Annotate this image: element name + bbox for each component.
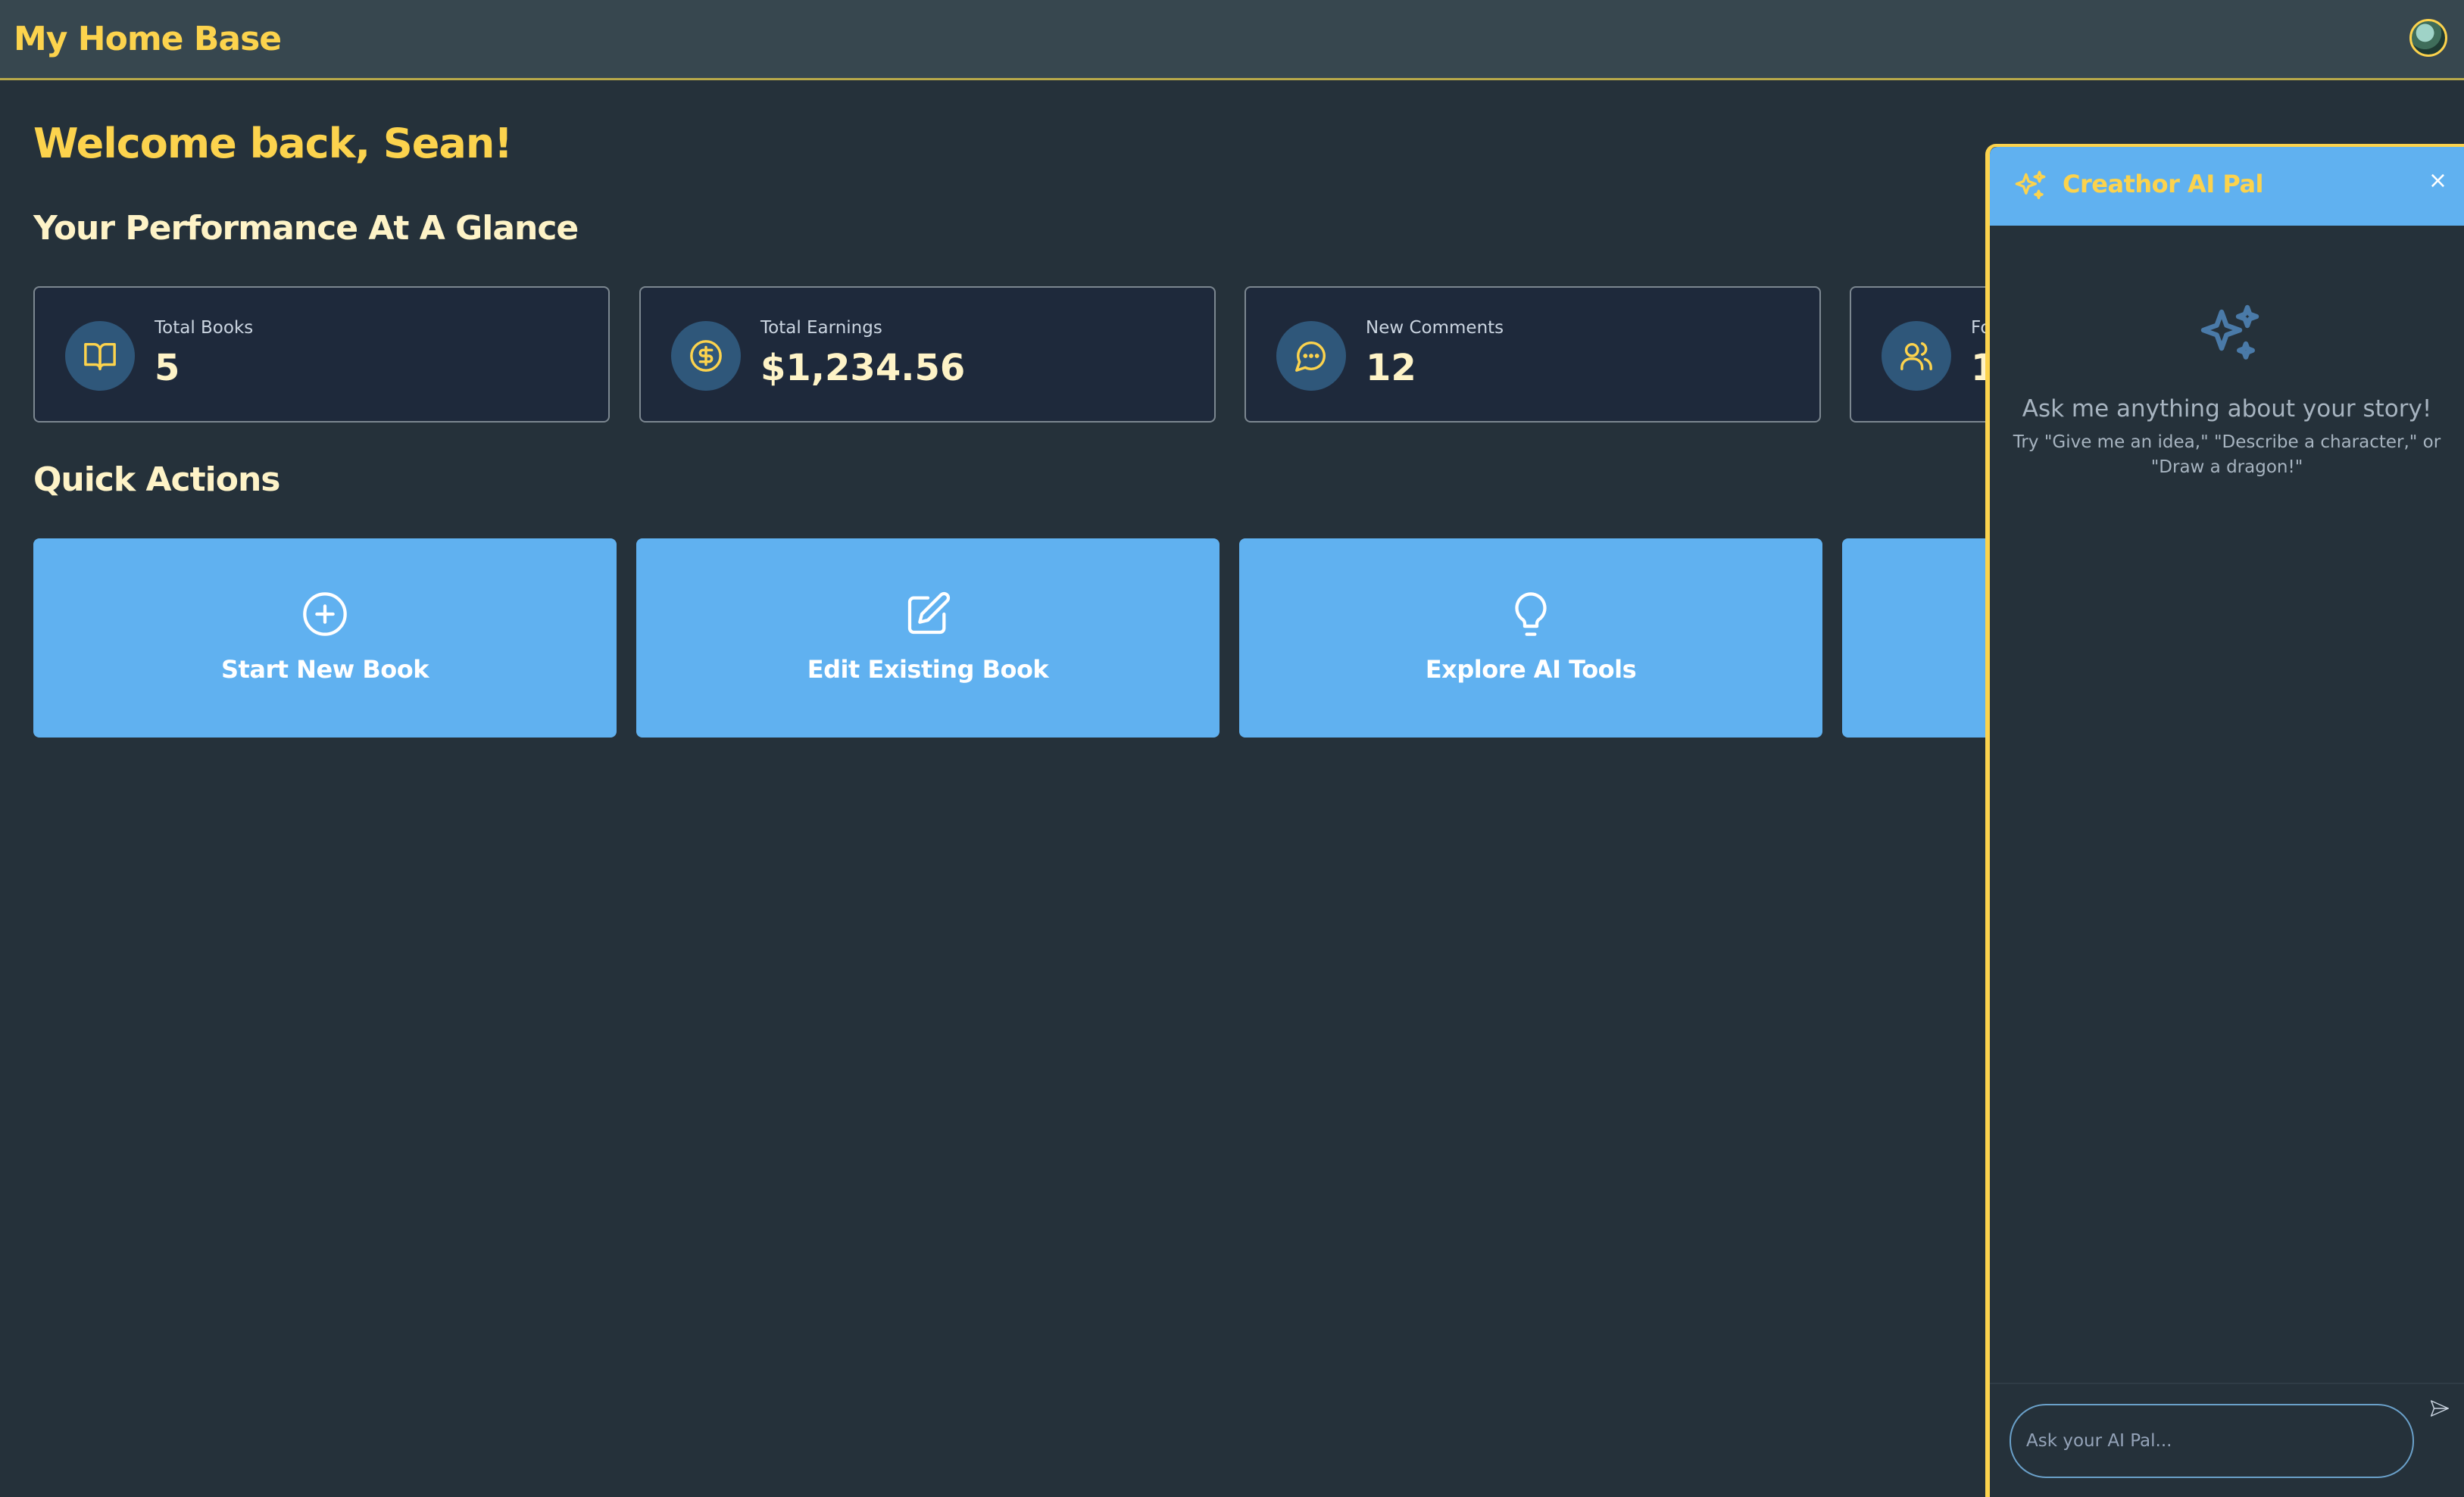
stat-value: $1,234.56 (760, 347, 966, 389)
user-avatar[interactable] (2409, 19, 2447, 57)
edit-icon (907, 591, 951, 635)
stat-label: New Comments (1366, 318, 1504, 338)
message-circle-icon (1276, 321, 1346, 391)
plus-circle-icon (303, 592, 347, 636)
stat-card-new-comments: New Comments 12 (1244, 286, 1821, 423)
close-icon[interactable]: × (2428, 170, 2447, 192)
app-title[interactable]: My Home Base (14, 20, 282, 58)
users-icon (1882, 321, 1951, 391)
quick-action-card-partial[interactable] (1842, 538, 1994, 738)
dollar-circle-icon (671, 321, 741, 391)
start-new-book-button[interactable]: Start New Book (33, 538, 617, 738)
ai-pal-empty-hint: Try "Give me an idea," "Describe a chara… (2013, 432, 2441, 478)
stat-card-total-earnings: Total Earnings $1,234.56 (639, 286, 1216, 423)
top-bar: My Home Base (0, 0, 2464, 80)
welcome-heading: Welcome back, Sean! (33, 120, 513, 167)
edit-existing-book-button[interactable]: Edit Existing Book (636, 538, 1220, 738)
stat-card-total-books: Total Books 5 (33, 286, 610, 423)
quick-actions-title: Quick Actions (33, 460, 280, 499)
action-label: Start New Book (221, 655, 429, 684)
sparkles-icon (2015, 170, 2046, 200)
sparkles-icon (2200, 304, 2259, 360)
ai-pal-title: Creathor AI Pal (2063, 170, 2264, 198)
performance-title: Your Performance At A Glance (33, 209, 579, 248)
ai-pal-panel: Creathor AI Pal × Ask me anything about … (1985, 144, 2464, 1497)
ai-pal-input[interactable] (2010, 1404, 2414, 1478)
lightbulb-icon (1515, 592, 1547, 636)
ai-pal-header: Creathor AI Pal × (1990, 147, 2464, 226)
stat-label: Total Books (155, 318, 254, 338)
stat-value: 12 (1366, 347, 1416, 389)
ai-pal-empty-title: Ask me anything about your story! (2022, 395, 2432, 423)
book-open-icon (65, 321, 135, 391)
ai-pal-footer-divider (1990, 1383, 2464, 1384)
action-label: Explore AI Tools (1425, 655, 1637, 684)
send-icon[interactable] (2425, 1393, 2455, 1424)
stat-label: Total Earnings (760, 318, 882, 338)
action-label: Edit Existing Book (807, 655, 1049, 684)
stat-value: 5 (155, 347, 180, 389)
explore-ai-tools-button[interactable]: Explore AI Tools (1239, 538, 1822, 738)
